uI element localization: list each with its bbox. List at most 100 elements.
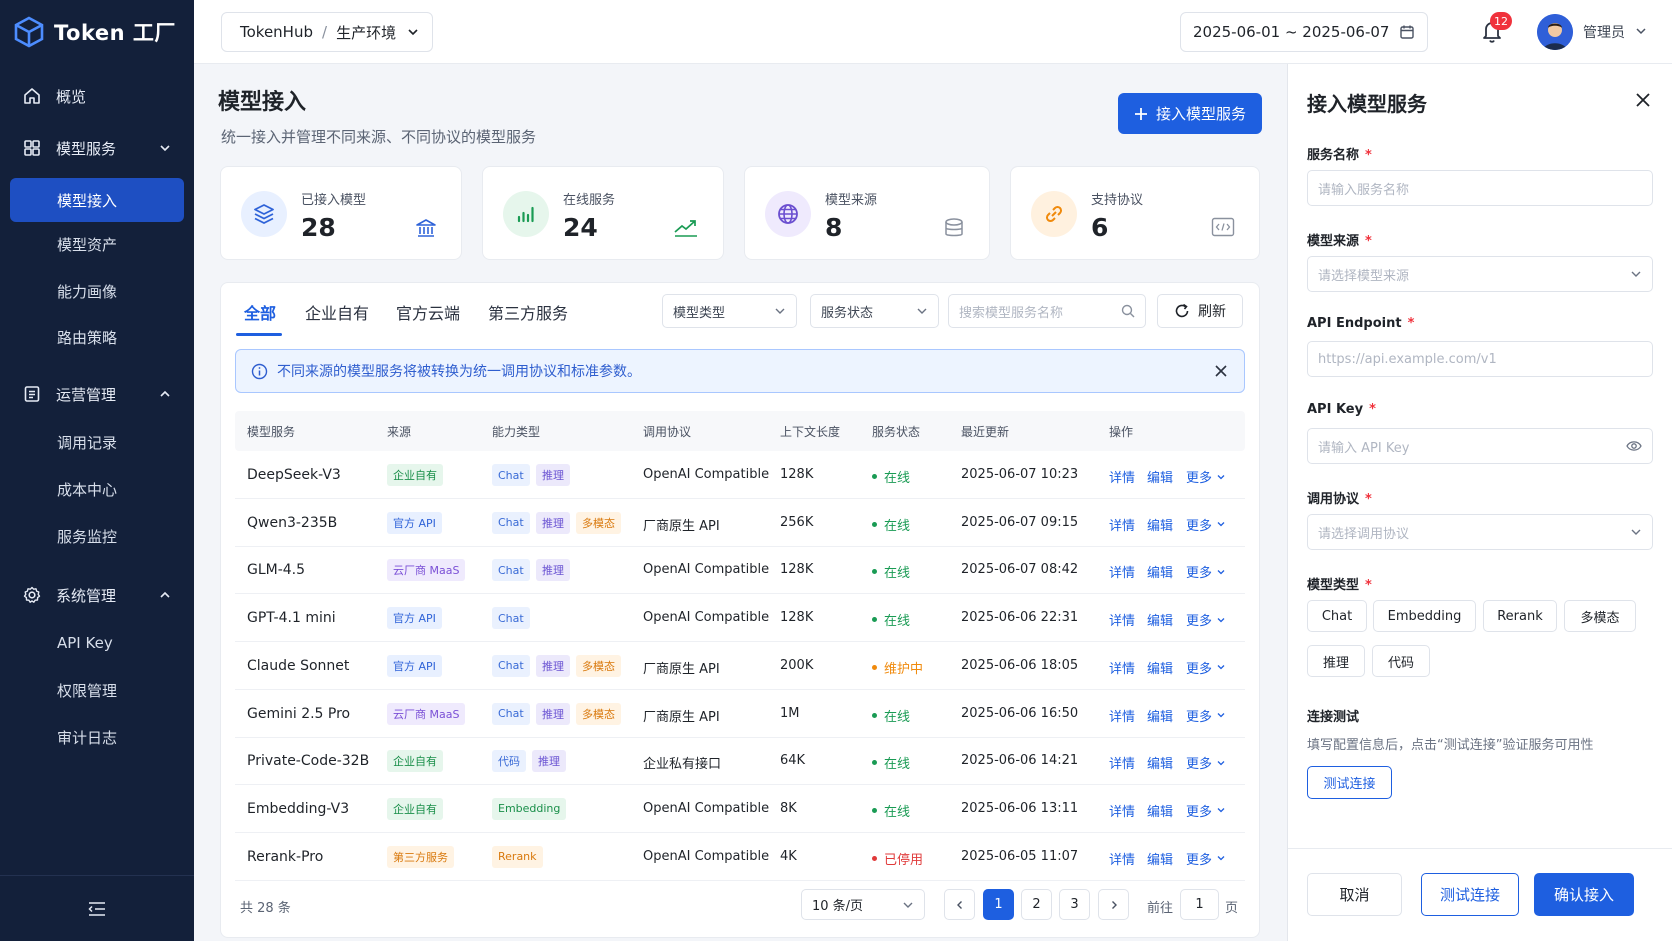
model-name[interactable]: GLM-4.5 bbox=[247, 562, 305, 578]
edit-link[interactable]: 编辑 bbox=[1147, 753, 1173, 772]
protocol-select[interactable]: 请选择调用协议 bbox=[1307, 514, 1653, 550]
table-header: 模型服务 来源 能力类型 调用协议 上下文长度 服务状态 最近更新 操作 bbox=[235, 411, 1245, 451]
capability-tag: Chat bbox=[492, 511, 530, 534]
tab-all[interactable]: 全部 bbox=[244, 300, 276, 324]
goto-page-input[interactable]: 1 bbox=[1180, 889, 1219, 920]
page-button-1[interactable]: 1 bbox=[983, 889, 1014, 920]
edit-link[interactable]: 编辑 bbox=[1147, 515, 1173, 534]
more-dropdown[interactable]: 更多 bbox=[1186, 610, 1226, 629]
chevron-down-icon bbox=[408, 29, 418, 36]
edit-link[interactable]: 编辑 bbox=[1147, 467, 1173, 486]
add-model-service-button[interactable]: 接入模型服务 bbox=[1118, 93, 1262, 134]
sidebar-group-system[interactable]: 系统管理 bbox=[10, 573, 184, 617]
detail-link[interactable]: 详情 bbox=[1109, 801, 1135, 820]
model-name[interactable]: DeepSeek-V3 bbox=[247, 467, 341, 483]
model-type-chip-embedding[interactable]: Embedding bbox=[1373, 600, 1476, 632]
model-name[interactable]: Qwen3-235B bbox=[247, 515, 337, 531]
endpoint-input[interactable]: https://api.example.com/v1 bbox=[1307, 341, 1653, 377]
detail-link[interactable]: 详情 bbox=[1109, 706, 1135, 725]
workspace-breadcrumb[interactable]: TokenHub / 生产环境 bbox=[221, 12, 433, 52]
sidebar-group-model-service[interactable]: 模型服务 bbox=[10, 126, 184, 170]
close-icon[interactable] bbox=[1214, 364, 1228, 378]
edit-link[interactable]: 编辑 bbox=[1147, 849, 1173, 868]
sidebar-item-model-assets[interactable]: 模型资产 bbox=[10, 222, 184, 266]
page-button-3[interactable]: 3 bbox=[1059, 889, 1090, 920]
confirm-button[interactable]: 确认接入 bbox=[1534, 873, 1634, 916]
sidebar-group-operations[interactable]: 运营管理 bbox=[10, 372, 184, 416]
edit-link[interactable]: 编辑 bbox=[1147, 658, 1173, 677]
sidebar-item-api-key[interactable]: API Key bbox=[10, 621, 184, 665]
detail-link[interactable]: 详情 bbox=[1109, 610, 1135, 629]
model-name[interactable]: Private-Code-32B bbox=[247, 753, 369, 769]
service-status-filter[interactable]: 服务状态 bbox=[810, 294, 939, 328]
more-dropdown[interactable]: 更多 bbox=[1186, 658, 1226, 677]
collapse-menu-icon[interactable] bbox=[87, 900, 107, 918]
model-name[interactable]: Gemini 2.5 Pro bbox=[247, 706, 350, 722]
more-dropdown[interactable]: 更多 bbox=[1186, 515, 1226, 534]
more-dropdown[interactable]: 更多 bbox=[1186, 562, 1226, 581]
cancel-button[interactable]: 取消 bbox=[1307, 873, 1402, 916]
sidebar-item-permissions[interactable]: 权限管理 bbox=[10, 668, 184, 712]
model-type-label: 模型类型 * bbox=[1307, 578, 1372, 593]
test-connection-inline-button[interactable]: 测试连接 bbox=[1307, 766, 1392, 799]
api-key-input[interactable]: 请输入 API Key bbox=[1307, 428, 1653, 464]
bank-icon bbox=[416, 219, 436, 237]
more-dropdown[interactable]: 更多 bbox=[1186, 706, 1226, 725]
next-page-button[interactable] bbox=[1098, 889, 1129, 920]
model-type-chip-multimodal[interactable]: 多模态 bbox=[1564, 600, 1636, 632]
model-name[interactable]: GPT-4.1 mini bbox=[247, 610, 336, 626]
model-source-select[interactable]: 请选择模型来源 bbox=[1307, 256, 1653, 292]
model-name[interactable]: Rerank-Pro bbox=[247, 849, 323, 865]
detail-link[interactable]: 详情 bbox=[1109, 467, 1135, 486]
page-size-select[interactable]: 10 条/页 bbox=[801, 889, 925, 920]
edit-link[interactable]: 编辑 bbox=[1147, 610, 1173, 629]
edit-link[interactable]: 编辑 bbox=[1147, 562, 1173, 581]
edit-link[interactable]: 编辑 bbox=[1147, 801, 1173, 820]
service-name-input[interactable]: 请输入服务名称 bbox=[1307, 170, 1653, 206]
sidebar-item-call-records[interactable]: 调用记录 bbox=[10, 420, 184, 464]
model-type-chip-chat[interactable]: Chat bbox=[1307, 600, 1367, 632]
model-name[interactable]: Embedding-V3 bbox=[247, 801, 349, 817]
sidebar-item-audit-log[interactable]: 审计日志 bbox=[10, 715, 184, 759]
capability-tag: Chat bbox=[492, 654, 530, 677]
sidebar-item-model-access[interactable]: 模型接入 bbox=[10, 178, 184, 222]
model-type-chip-rerank[interactable]: Rerank bbox=[1483, 600, 1557, 632]
close-icon[interactable] bbox=[1635, 92, 1651, 108]
avatar[interactable] bbox=[1537, 14, 1573, 50]
app-logo[interactable]: Token 工厂 bbox=[14, 12, 176, 52]
detail-link[interactable]: 详情 bbox=[1109, 562, 1135, 581]
tab-third-party[interactable]: 第三方服务 bbox=[488, 300, 568, 324]
detail-link[interactable]: 详情 bbox=[1109, 515, 1135, 534]
status-dot bbox=[872, 712, 877, 718]
date-range-picker[interactable]: 2025-06-01 ~ 2025-06-07 bbox=[1180, 12, 1428, 52]
sidebar-item-overview[interactable]: 概览 bbox=[10, 74, 184, 118]
model-type-filter[interactable]: 模型类型 bbox=[662, 294, 797, 328]
model-type-chip-reasoning[interactable]: 推理 bbox=[1307, 645, 1365, 677]
chevron-down-icon[interactable] bbox=[1635, 25, 1647, 37]
detail-link[interactable]: 详情 bbox=[1109, 753, 1135, 772]
sidebar-item-service-monitor[interactable]: 服务监控 bbox=[10, 514, 184, 558]
page-button-2[interactable]: 2 bbox=[1021, 889, 1052, 920]
prev-page-button[interactable] bbox=[944, 889, 975, 920]
status-badge: 在线 bbox=[872, 562, 910, 581]
search-input[interactable]: 搜索模型服务名称 bbox=[948, 294, 1146, 328]
model-type-chip-code[interactable]: 代码 bbox=[1372, 645, 1430, 677]
column-header: 能力类型 bbox=[492, 425, 541, 439]
refresh-button[interactable]: 刷新 bbox=[1157, 294, 1243, 328]
user-name[interactable]: 管理员 bbox=[1583, 22, 1625, 42]
more-dropdown[interactable]: 更多 bbox=[1186, 467, 1226, 486]
tab-official-cloud[interactable]: 官方云端 bbox=[396, 300, 460, 324]
edit-link[interactable]: 编辑 bbox=[1147, 706, 1173, 725]
detail-link[interactable]: 详情 bbox=[1109, 658, 1135, 677]
eye-icon[interactable] bbox=[1626, 439, 1642, 453]
more-dropdown[interactable]: 更多 bbox=[1186, 801, 1226, 820]
sidebar-item-routing-policy[interactable]: 路由策略 bbox=[10, 315, 184, 359]
sidebar-item-cost-center[interactable]: 成本中心 bbox=[10, 467, 184, 511]
model-name[interactable]: Claude Sonnet bbox=[247, 658, 349, 674]
more-dropdown[interactable]: 更多 bbox=[1186, 849, 1226, 868]
test-connection-button[interactable]: 测试连接 bbox=[1421, 873, 1519, 916]
detail-link[interactable]: 详情 bbox=[1109, 849, 1135, 868]
tab-enterprise[interactable]: 企业自有 bbox=[305, 300, 369, 324]
sidebar-item-capability-profile[interactable]: 能力画像 bbox=[10, 269, 184, 313]
more-dropdown[interactable]: 更多 bbox=[1186, 753, 1226, 772]
